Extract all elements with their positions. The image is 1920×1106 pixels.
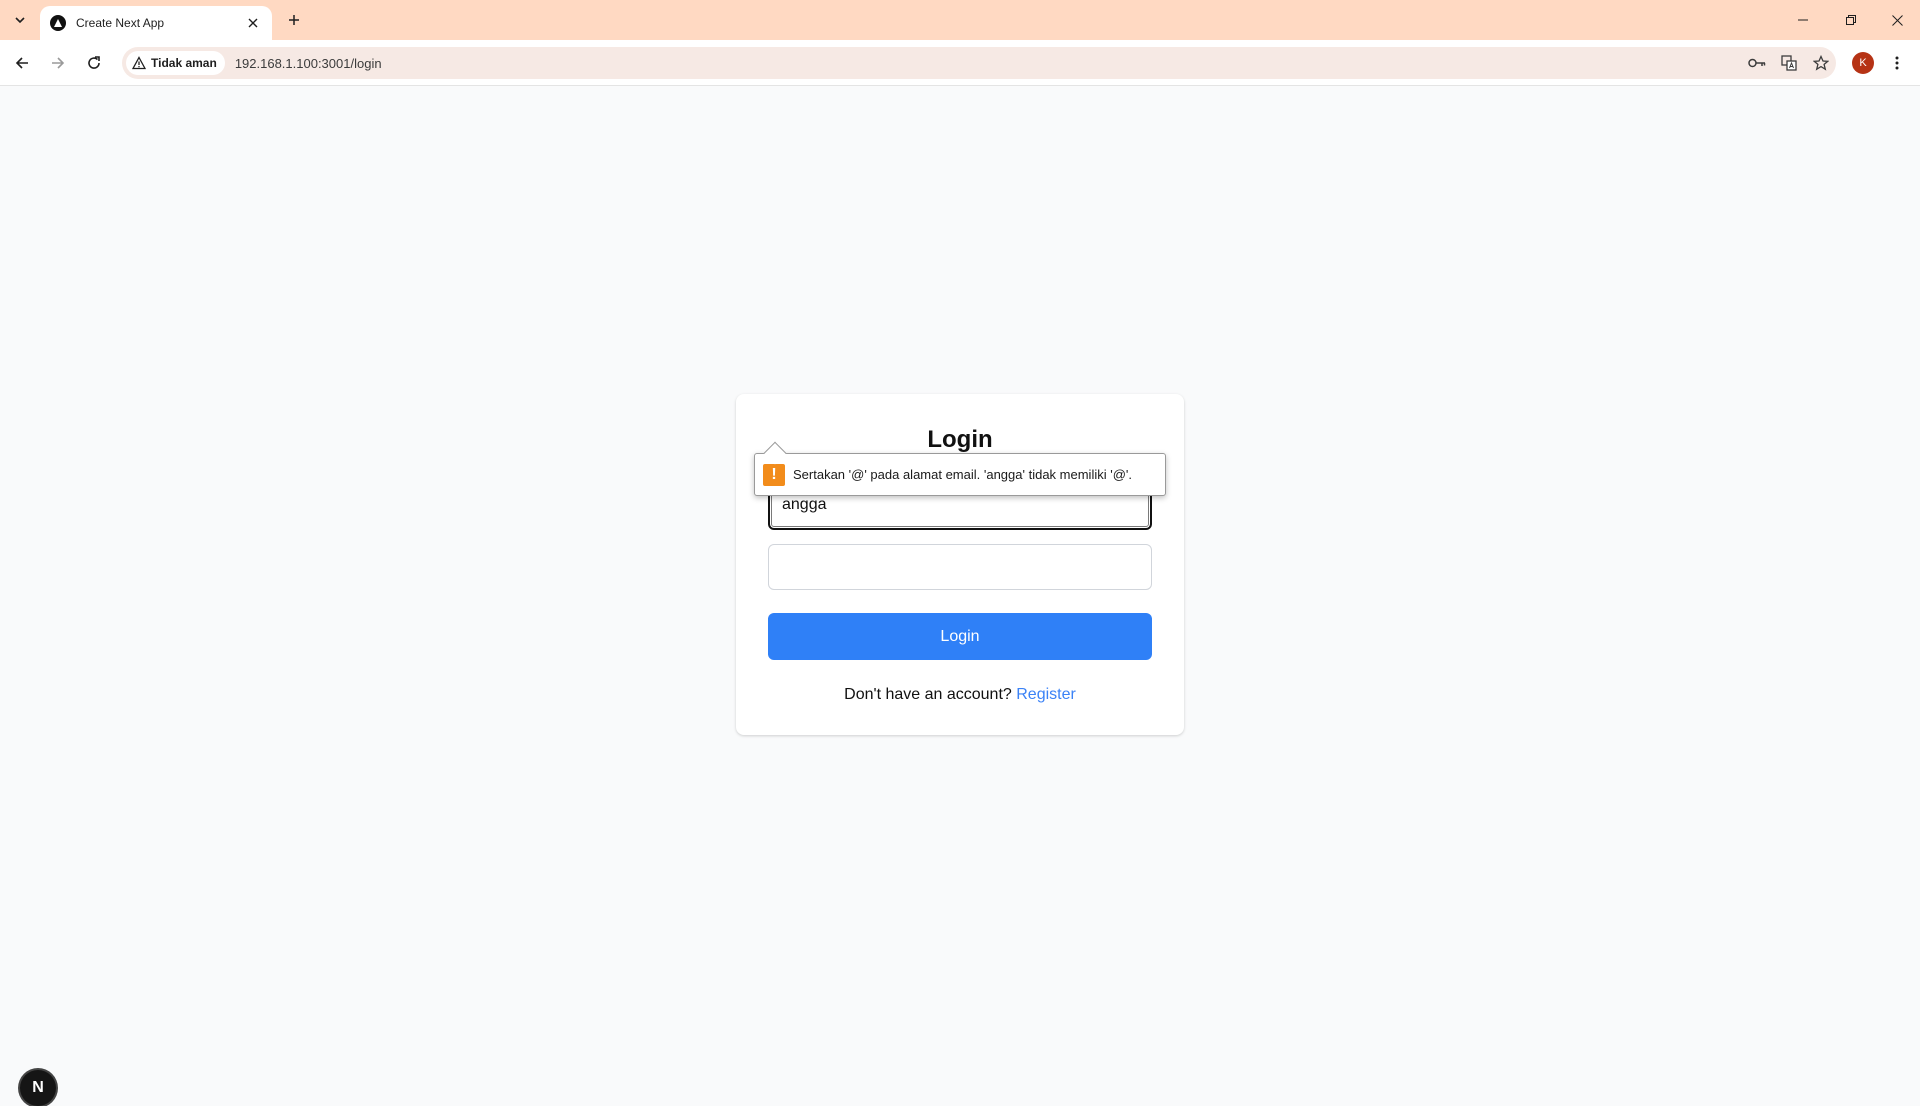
nextjs-dev-indicator-button[interactable]: N (20, 1070, 56, 1106)
minimize-icon (1798, 19, 1808, 21)
close-icon (248, 18, 258, 28)
plus-icon (289, 15, 299, 25)
forward-button[interactable] (44, 49, 72, 77)
warning-triangle-icon (132, 56, 146, 70)
translate-icon (1781, 55, 1797, 71)
tab-search-button[interactable] (8, 8, 32, 32)
star-icon (1813, 55, 1829, 71)
arrow-right-icon (52, 57, 65, 69)
nextjs-logo-icon: N (32, 1079, 44, 1096)
minimize-button[interactable] (1780, 0, 1826, 40)
address-bar[interactable]: Tidak aman 192.168.1.100:3001/login (122, 47, 1836, 79)
translate-button[interactable] (1778, 52, 1800, 74)
login-card: Login Login Don't have an account? Regis… (736, 394, 1184, 735)
login-button[interactable]: Login (768, 613, 1152, 660)
browser-toolbar: Tidak aman 192.168.1.100:3001/login K (0, 40, 1920, 86)
reload-icon (88, 56, 100, 69)
login-title: Login (927, 426, 993, 453)
warning-icon: ! (763, 463, 785, 486)
register-prompt-text: Don't have an account? (844, 686, 1012, 703)
restore-button[interactable] (1828, 0, 1874, 40)
page-viewport: Login Login Don't have an account? Regis… (0, 87, 1920, 1106)
bookmark-button[interactable] (1810, 52, 1832, 74)
tab-title: Create Next App (76, 16, 165, 30)
chevron-down-icon (15, 17, 25, 24)
register-link[interactable]: Register (1016, 686, 1076, 703)
tab-close-button[interactable] (244, 14, 262, 32)
password-input[interactable] (768, 544, 1152, 590)
validation-tooltip: ! Sertakan '@' pada alamat email. 'angga… (754, 441, 1166, 496)
arrow-left-icon (15, 57, 28, 69)
security-chip[interactable]: Tidak aman (126, 51, 225, 75)
nextjs-favicon-icon (50, 15, 66, 31)
url-text[interactable]: 192.168.1.100:3001/login (235, 56, 382, 71)
validation-message: Sertakan '@' pada alamat email. 'angga' … (793, 467, 1132, 482)
tab-bar: Create Next App (0, 0, 1920, 40)
close-icon (1891, 14, 1903, 26)
back-button[interactable] (8, 49, 36, 77)
browser-tab-active[interactable]: Create Next App (40, 6, 272, 40)
more-vertical-icon (1895, 56, 1899, 70)
restore-icon (1846, 15, 1856, 25)
key-icon (1748, 58, 1766, 68)
reload-button[interactable] (80, 49, 108, 77)
register-prompt-line: Don't have an account? Register (736, 686, 1184, 704)
profile-avatar[interactable]: K (1852, 52, 1874, 74)
password-key-button[interactable] (1746, 52, 1768, 74)
browser-menu-button[interactable] (1886, 52, 1908, 74)
close-window-button[interactable] (1874, 0, 1920, 40)
security-label: Tidak aman (151, 56, 217, 70)
new-tab-button[interactable] (282, 8, 306, 32)
